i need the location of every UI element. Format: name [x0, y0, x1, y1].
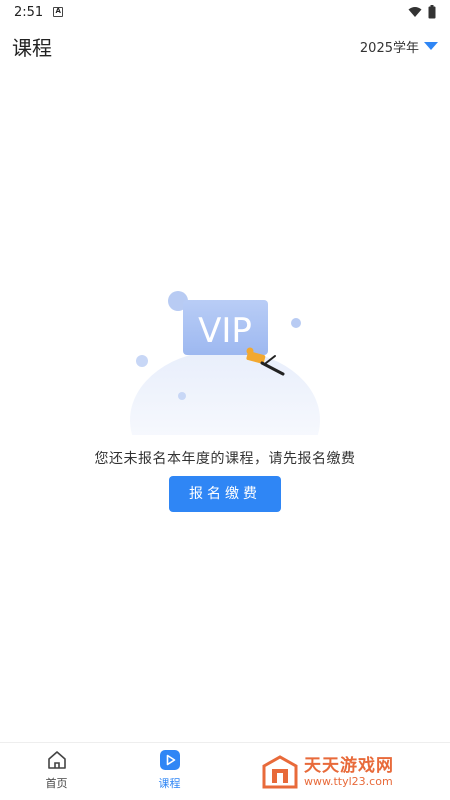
enroll-button[interactable]: 报名缴费: [169, 476, 281, 512]
status-bar: 2:51 A: [0, 0, 450, 24]
header: 课程 2025学年: [0, 26, 450, 66]
tab-courses-label: 课程: [158, 777, 181, 790]
tab-courses[interactable]: 课程: [113, 743, 226, 800]
play-icon: [159, 750, 180, 770]
vip-illustration: VIP: [130, 291, 320, 435]
notification-icon: A: [53, 7, 64, 17]
watermark-url: www.ttyl23.com: [304, 774, 393, 788]
home-icon: [47, 751, 66, 769]
year-label: 2025学年: [359, 40, 419, 56]
status-icons: [408, 5, 436, 19]
vip-badge-text: VIP: [198, 311, 252, 351]
tab-home[interactable]: 首页: [0, 743, 113, 800]
year-selector[interactable]: 2025学年: [360, 37, 438, 56]
empty-message: 您还未报名本年度的课程，请先报名缴费: [94, 451, 356, 467]
watermark-title: 天天游戏网: [304, 755, 394, 776]
status-time: 2:51: [14, 4, 44, 20]
page-title: 课程: [12, 35, 52, 60]
watermark-logo-icon: [262, 755, 298, 789]
tab-home-label: 首页: [45, 777, 68, 790]
triangle-down-icon: [424, 41, 438, 50]
wifi-icon: [408, 7, 422, 17]
watermark: 天天游戏网 www.ttyl23.com: [262, 752, 442, 792]
battery-icon: [428, 5, 436, 19]
